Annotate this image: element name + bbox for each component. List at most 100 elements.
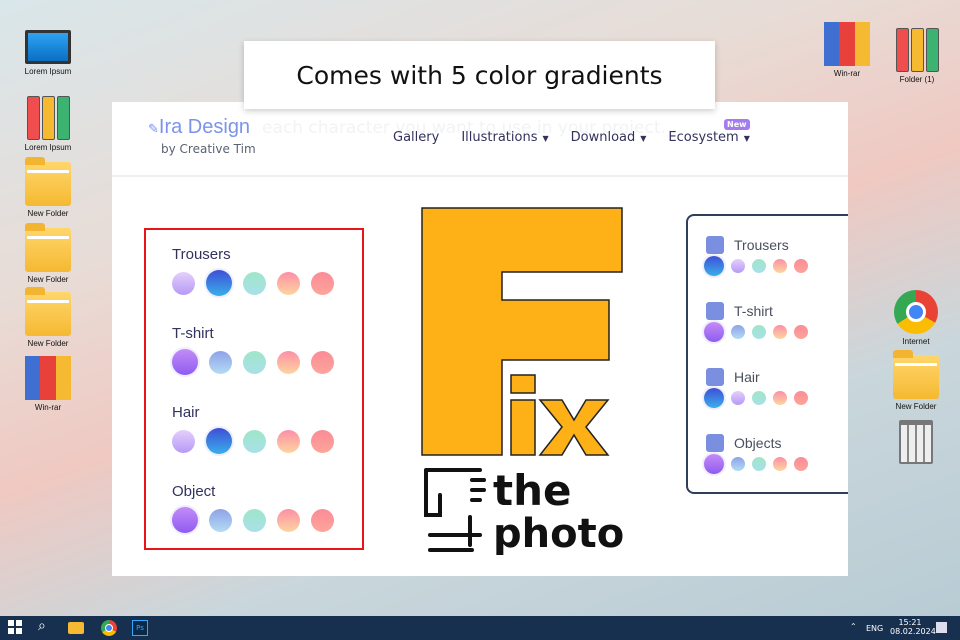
main-nav: Gallery Illustrations ▼ Download ▼ Ecosyst… (393, 130, 750, 145)
binders-icon (894, 28, 940, 72)
desktop-icon-label: Folder (1) (899, 75, 935, 84)
swatch-teal[interactable] (752, 325, 766, 339)
folder-icon (25, 223, 71, 272)
option-row-hair: Hair (704, 368, 808, 408)
swatch-red[interactable] (311, 429, 334, 453)
desktop-icon-new-folder[interactable]: New Folder (16, 287, 80, 348)
gradient-panel: Trousers T-shirt Hair Objects (686, 214, 848, 494)
swatch-peach[interactable] (773, 391, 787, 405)
swatch-steel[interactable] (209, 508, 232, 532)
winrar-icon (25, 356, 71, 400)
desktop-icon-win-rar[interactable]: Win-rar (815, 22, 879, 78)
swatch-peach[interactable] (773, 457, 787, 471)
chrome-taskbar-icon[interactable] (101, 620, 117, 636)
desktop-icon-label: Win-rar (34, 403, 62, 412)
language-indicator[interactable]: ENG (866, 624, 883, 633)
swatch-steel[interactable] (209, 350, 232, 374)
swatch-violet[interactable] (704, 322, 724, 342)
swatch-teal[interactable] (243, 271, 266, 295)
swatch-peach[interactable] (277, 429, 300, 453)
nav-gallery[interactable]: Gallery (393, 130, 439, 145)
swatch-red[interactable] (311, 271, 334, 295)
site-logo[interactable]: ✎Ira Design (148, 116, 250, 139)
swatch-purple[interactable] (172, 429, 195, 453)
desktop-icon-win-rar[interactable]: Win-rar (16, 356, 80, 412)
swatch-purple[interactable] (172, 271, 195, 295)
folder-icon (25, 157, 71, 206)
desktop-icon-new-folder[interactable]: New Folder (884, 350, 948, 411)
folder-icon (25, 287, 71, 336)
swatch-peach[interactable] (277, 350, 300, 374)
swatch-blue[interactable] (704, 256, 724, 276)
swatch-red[interactable] (794, 457, 808, 471)
desktop-icon-new-folder[interactable]: New Folder (16, 157, 80, 218)
swatch-blue[interactable] (206, 428, 232, 454)
desktop-icon-new-folder[interactable]: New Folder (16, 223, 80, 284)
hair-icon (706, 368, 724, 386)
swatch-peach[interactable] (277, 508, 300, 532)
swatch-teal[interactable] (752, 259, 766, 273)
swatch-peach[interactable] (773, 325, 787, 339)
desktop-icon-internet[interactable]: Internet (884, 290, 948, 346)
desktop-icon-lorem-ipsum[interactable]: Lorem Ipsum (16, 30, 80, 76)
gradient-row-trousers: Trousers (172, 246, 334, 296)
notification-icon[interactable] (936, 622, 947, 633)
desktop-icon-label: New Folder (27, 339, 69, 348)
swatch-blue[interactable] (206, 270, 232, 296)
tshirt-icon (706, 302, 724, 320)
desktop-icon-lorem-ipsum[interactable]: Lorem Ipsum (16, 96, 80, 152)
swatch-red[interactable] (794, 391, 808, 405)
swatch-purple[interactable] (731, 391, 745, 405)
swatch-teal[interactable] (752, 457, 766, 471)
swatch-teal[interactable] (243, 429, 266, 453)
option-row-t-shirt: T-shirt (704, 302, 808, 342)
swatch-teal[interactable] (752, 391, 766, 405)
swatch-red[interactable] (311, 508, 334, 532)
desktop-icon-recycle-bin[interactable] (884, 420, 948, 467)
swatch-red[interactable] (794, 325, 808, 339)
clock[interactable]: 15:21 08.02.2024 (890, 618, 936, 636)
desktop-icon-label: Win-rar (833, 69, 861, 78)
swatch-red[interactable] (794, 259, 808, 273)
nav-ecosystem[interactable]: Ecosystem ▼ (668, 130, 749, 145)
row-label: T-shirt (172, 325, 214, 342)
logo-text: Ira Design (158, 116, 251, 138)
swatch-violet[interactable] (172, 507, 198, 533)
desktop-icon-folder-1-[interactable]: Folder (1) (885, 28, 949, 84)
pen-icon: ✎ (148, 121, 159, 136)
nav-download[interactable]: Download ▼ (571, 130, 647, 145)
caret-down-icon: ▼ (640, 134, 647, 143)
fix-the-photo-watermark: the photo (421, 207, 624, 555)
row-label: Objects (734, 435, 782, 451)
search-icon[interactable]: ⌕ (38, 618, 54, 634)
row-label: T-shirt (734, 303, 773, 319)
caret-down-icon: ▼ (542, 134, 549, 143)
swatch-violet[interactable] (704, 454, 724, 474)
swatch-peach[interactable] (773, 259, 787, 273)
row-label: Hair (172, 404, 200, 421)
option-row-objects: Objects (704, 434, 808, 474)
photoshop-icon[interactable]: Ps (132, 620, 148, 636)
swatch-red[interactable] (311, 350, 334, 374)
gradient-row-object: Object (172, 483, 334, 533)
desktop-icon-label: Internet (902, 337, 930, 346)
swatch-steel[interactable] (731, 325, 745, 339)
swatch-blue[interactable] (704, 388, 724, 408)
option-row-trousers: Trousers (704, 236, 808, 276)
banner-title: Comes with 5 color gradients (244, 41, 715, 109)
swatch-violet[interactable] (172, 349, 198, 375)
windows-start-icon[interactable] (8, 620, 24, 636)
chevron-up-icon[interactable]: ⌃ (850, 622, 857, 631)
row-label: Trousers (734, 237, 789, 253)
swatch-teal[interactable] (243, 508, 266, 532)
trash-icon (899, 420, 933, 464)
file-explorer-icon[interactable] (68, 622, 84, 634)
nav-illustrations[interactable]: Illustrations ▼ (461, 130, 548, 145)
desktop-icon-label: Lorem Ipsum (24, 143, 72, 152)
swatch-teal[interactable] (243, 350, 266, 374)
trousers-icon (706, 236, 724, 254)
swatch-purple[interactable] (731, 259, 745, 273)
gradient-panel-highlighted: Trousers T-shirt Hair Object (144, 228, 364, 550)
swatch-peach[interactable] (277, 271, 300, 295)
swatch-steel[interactable] (731, 457, 745, 471)
